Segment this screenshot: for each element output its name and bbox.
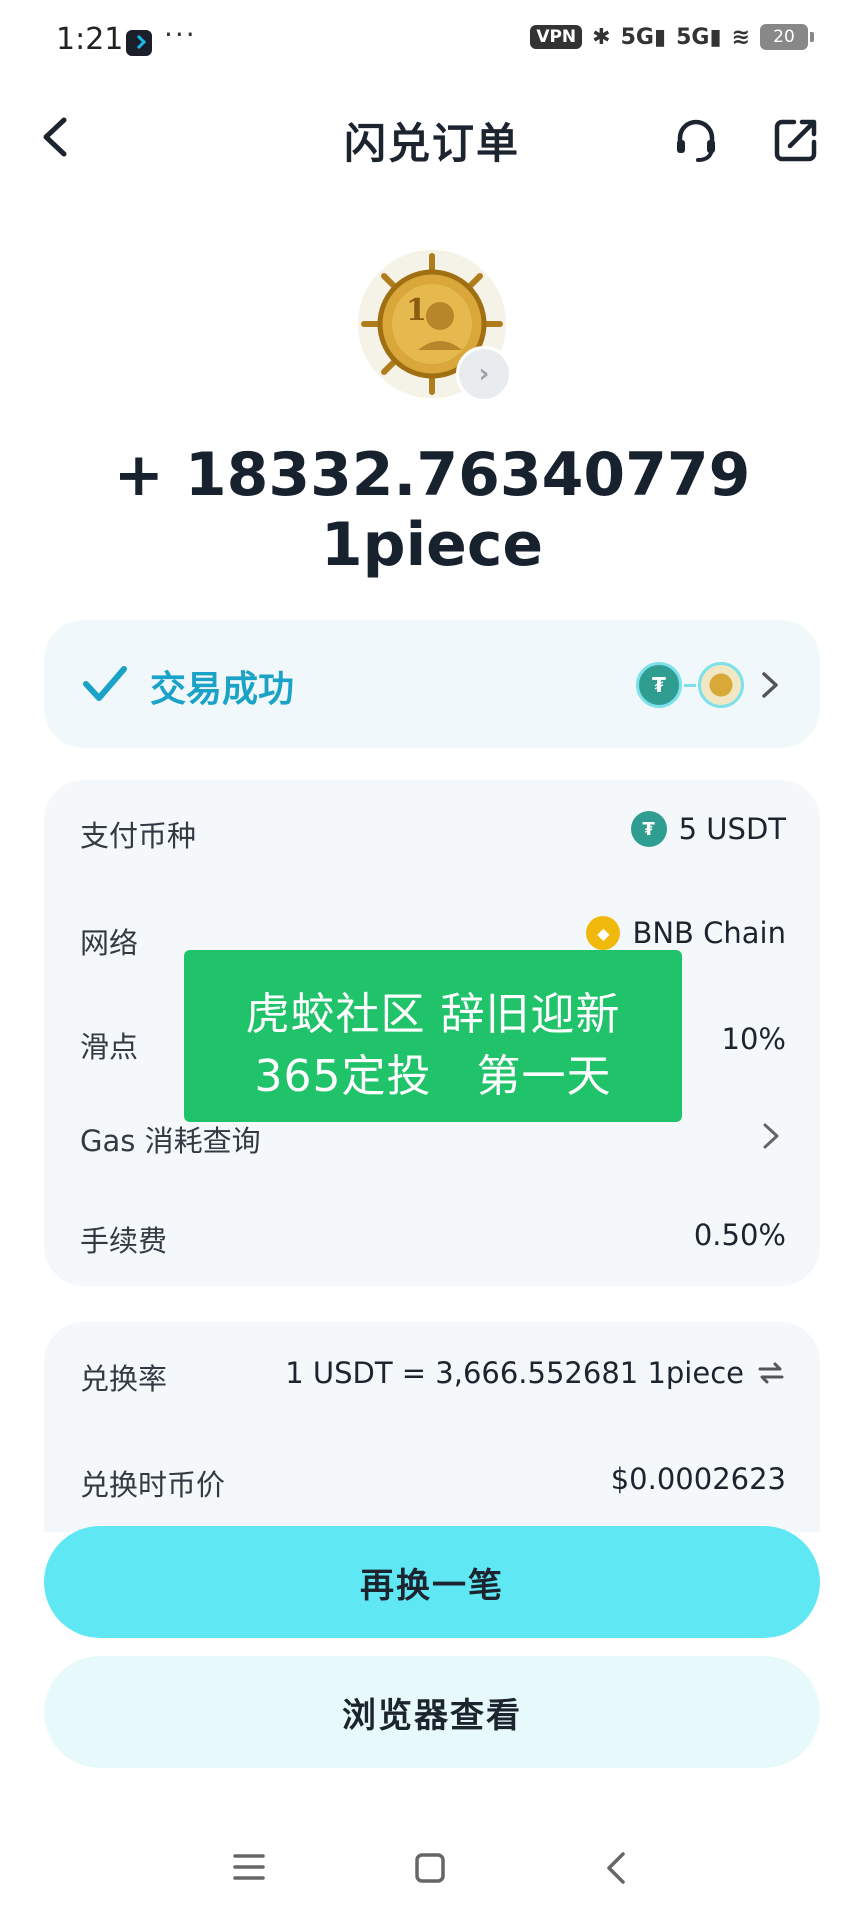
pair-connector <box>684 683 696 687</box>
overlay-line-1: 虎蛟社区 辞旧迎新 <box>245 989 621 1040</box>
exchange-rate-label: 兑换率 <box>80 1362 168 1396</box>
gas-query-label[interactable]: Gas 消耗查询 <box>80 1118 261 1160</box>
bnb-icon: ◆ <box>586 916 621 950</box>
slippage-label: 滑点 <box>80 1030 139 1064</box>
chevron-right-icon[interactable] <box>760 1120 782 1152</box>
view-in-browser-button[interactable]: 浏览器查看 <box>44 1656 820 1768</box>
swap-again-button[interactable]: 再换一笔 <box>44 1526 820 1638</box>
wifi-icon: ≋ <box>731 24 750 50</box>
piece-coin-icon <box>698 662 744 708</box>
share-icon[interactable] <box>772 116 820 164</box>
battery-icon: 20 <box>760 24 814 50</box>
token-detail-chevron-icon[interactable]: › <box>456 346 512 402</box>
check-icon <box>83 666 127 701</box>
network-value: ◆ BNB Chain <box>586 916 786 950</box>
swap-pair-icons: ₮ <box>636 662 744 708</box>
overlay-line-2: 365定投 第一天 <box>254 1051 612 1102</box>
price-at-swap-value: $0.0002623 <box>610 1462 786 1496</box>
app-notification-icon <box>126 30 152 56</box>
nav-back-icon[interactable] <box>604 1850 628 1886</box>
pay-currency-label: 支付币种 <box>80 819 197 853</box>
slippage-value: 10% <box>721 1022 786 1056</box>
chevron-right-icon[interactable] <box>758 668 782 702</box>
exchange-rate-value[interactable]: 1 USDT = 3,666.552681 1piece <box>285 1356 786 1390</box>
bluetooth-icon: ✱ <box>592 24 611 50</box>
network-label: 网络 <box>80 926 139 960</box>
received-amount: + 18332.76340779 1piece <box>113 440 751 580</box>
home-icon[interactable] <box>414 1852 446 1884</box>
menu-icon[interactable] <box>232 1852 266 1882</box>
price-at-swap-label: 兑换时币价 <box>80 1468 226 1502</box>
usdt-icon: ₮ <box>630 811 667 847</box>
status-time: 1:21 <box>56 22 124 57</box>
headset-icon[interactable] <box>672 116 720 164</box>
signal-icon-2: 5G▮ <box>676 24 722 50</box>
vpn-badge: VPN <box>530 25 583 49</box>
page-title: 闪兑订单 <box>343 119 520 168</box>
fee-label: 手续费 <box>80 1224 168 1258</box>
fee-value: 0.50% <box>693 1218 786 1252</box>
svg-text:1: 1 <box>406 293 427 328</box>
signal-icon-1: 5G▮ <box>620 24 667 50</box>
status-indicators: VPN ✱ 5G▮ 5G▮ ≋ 20 <box>530 24 814 50</box>
swap-icon[interactable] <box>756 1358 786 1388</box>
usdt-coin-icon: ₮ <box>636 662 682 708</box>
pay-currency-value: ₮ 5 USDT <box>630 811 786 847</box>
transaction-status: 交易成功 <box>150 669 295 710</box>
more-notifications-icon: ··· <box>164 18 197 51</box>
